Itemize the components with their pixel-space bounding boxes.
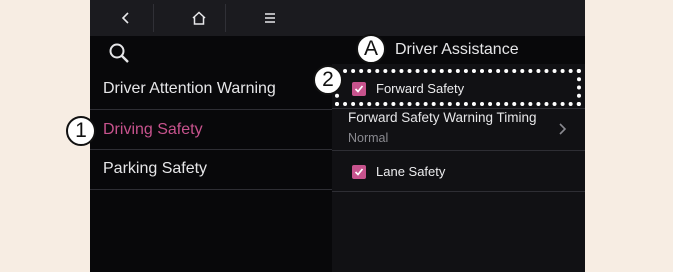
topbar-divider xyxy=(225,4,226,32)
search-button[interactable] xyxy=(106,40,132,66)
menu-icon xyxy=(265,13,275,23)
warning-timing-arrow[interactable] xyxy=(556,121,570,137)
home-button[interactable] xyxy=(187,6,211,30)
home-icon xyxy=(192,11,206,25)
panel-divider xyxy=(332,191,585,192)
topbar-divider xyxy=(153,4,154,32)
menu-item-parking-safety[interactable]: Parking Safety xyxy=(103,160,207,178)
menu-item-driver-attention-warning[interactable]: Driver Attention Warning xyxy=(103,80,276,98)
menu-divider xyxy=(90,189,332,190)
chevron-right-icon xyxy=(559,123,567,135)
menu-button[interactable] xyxy=(258,6,282,30)
panel-divider xyxy=(332,150,585,151)
lane-safety-option[interactable]: Lane Safety xyxy=(352,164,445,179)
top-bar xyxy=(90,0,585,36)
callout-a: A xyxy=(356,34,386,64)
lane-safety-checkbox[interactable] xyxy=(352,164,366,179)
panel-title: Driver Assistance xyxy=(395,41,519,58)
menu-divider xyxy=(90,109,332,110)
back-button[interactable] xyxy=(114,6,138,30)
menu-item-driving-safety[interactable]: Driving Safety xyxy=(103,121,203,139)
search-icon xyxy=(109,43,129,63)
checkmark-icon xyxy=(354,167,364,176)
infotainment-screen: Driver Attention Warning Driving Safety … xyxy=(90,0,585,272)
warning-timing-title[interactable]: Forward Safety Warning Timing xyxy=(348,110,537,125)
forward-safety-highlight-box xyxy=(335,69,581,106)
menu-divider xyxy=(90,149,332,150)
panel-divider xyxy=(332,108,585,109)
callout-2: 2 xyxy=(313,65,343,95)
warning-timing-value: Normal xyxy=(348,131,389,145)
callout-1: 1 xyxy=(66,116,96,146)
back-chevron-icon xyxy=(121,12,129,24)
lane-safety-label: Lane Safety xyxy=(376,164,446,179)
